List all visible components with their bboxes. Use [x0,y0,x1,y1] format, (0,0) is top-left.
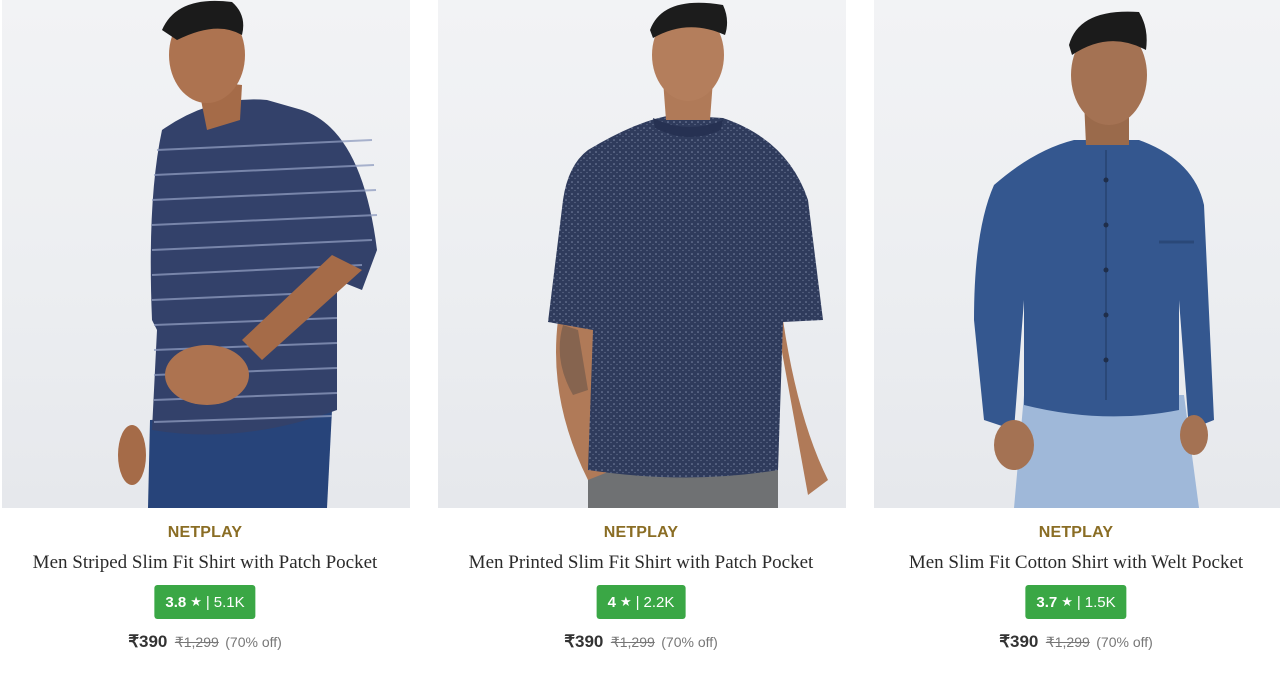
discount-percent: (70% off) [661,634,718,650]
review-count: 5.1K [213,593,245,611]
price-row: ₹390 ₹1,299 (70% off) [436,632,846,652]
price-row: ₹390 ₹1,299 (70% off) [0,632,410,652]
product-image[interactable] [438,0,846,508]
original-price: ₹1,299 [610,634,655,650]
product-title[interactable]: Men Printed Slim Fit Shirt with Patch Po… [436,552,846,574]
rating-value: 3.7 [1036,593,1058,611]
brand-name: NETPLAY [1038,524,1114,541]
rating-badge: 3.8 ★ | 5.1K [154,585,256,619]
rating-separator: | [635,593,640,611]
sale-price: ₹390 [999,632,1039,651]
product-card[interactable]: NETPLAY Men Printed Slim Fit Shirt with … [436,0,846,675]
review-count: 2.2K [643,593,675,611]
product-image[interactable] [874,0,1280,508]
star-icon: ★ [619,594,632,609]
star-icon: ★ [1061,594,1073,609]
product-image[interactable] [2,0,410,508]
review-count: 1.5K [1084,593,1116,611]
discount-percent: (70% off) [225,634,282,650]
rating-separator: | [1076,593,1081,611]
rating-badge: 3.7 ★ | 1.5K [1025,585,1127,619]
star-icon: ★ [190,594,202,609]
sale-price: ₹390 [564,632,604,651]
rating-badge: 4 ★ | 2.2K [596,585,686,619]
product-card[interactable]: NETPLAY Men Slim Fit Cotton Shirt with W… [872,0,1280,675]
price-row: ₹390 ₹1,299 (70% off) [872,632,1280,652]
product-title[interactable]: Men Striped Slim Fit Shirt with Patch Po… [0,552,410,574]
rating-separator: | [205,593,210,611]
discount-percent: (70% off) [1096,634,1153,650]
product-grid: NETPLAY Men Striped Slim Fit Shirt with … [0,0,1280,675]
product-card[interactable]: NETPLAY Men Striped Slim Fit Shirt with … [0,0,410,675]
rating-value: 3.8 [165,593,187,611]
brand-name: NETPLAY [167,524,243,541]
original-price: ₹1,299 [174,634,219,650]
rating-value: 4 [607,593,616,611]
sale-price: ₹390 [128,632,168,651]
brand-name: NETPLAY [603,524,679,541]
original-price: ₹1,299 [1045,634,1090,650]
product-title[interactable]: Men Slim Fit Cotton Shirt with Welt Pock… [872,552,1280,574]
